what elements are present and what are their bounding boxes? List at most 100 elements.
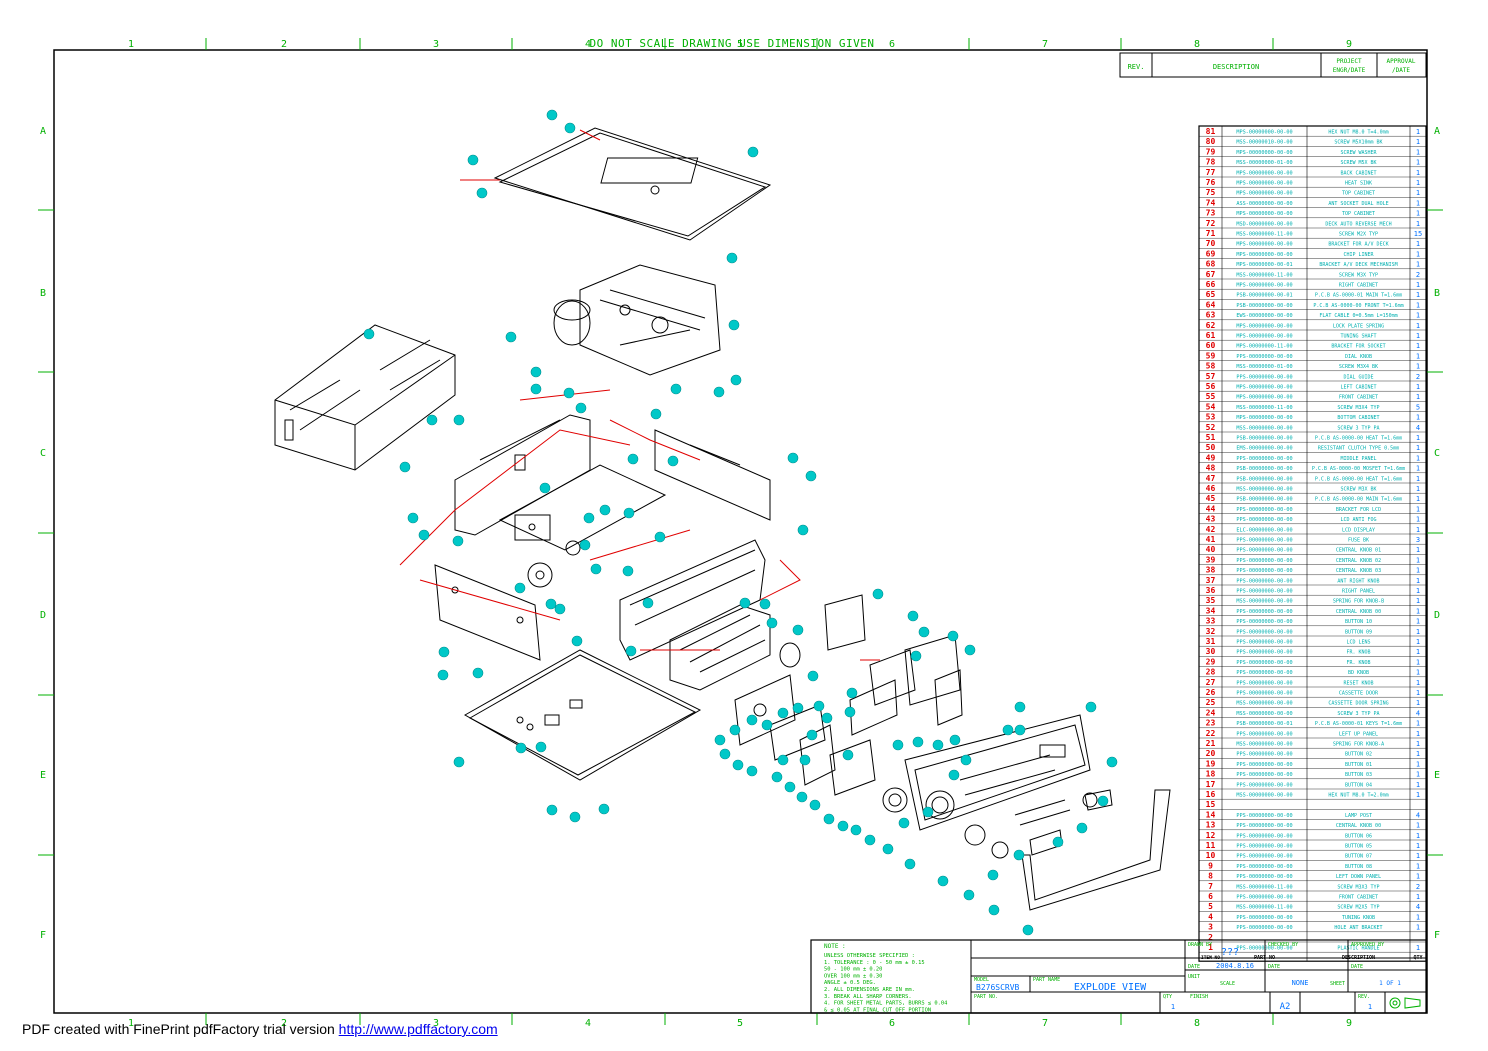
bom-item-no: 8 — [1208, 872, 1213, 881]
bom-part-no: MSS-00000000-01-00 — [1236, 160, 1292, 166]
bom-description: TOP CABINET — [1342, 191, 1375, 197]
bom-item-no: 76 — [1206, 178, 1216, 187]
bom-row: 24 MSS-00000000-00-00 SCREW 3 TYP PA 4 — [1199, 708, 1426, 718]
bom-qty: 5 — [1416, 403, 1420, 411]
callout-balloon — [622, 565, 634, 577]
bom-description: SCREW M3X TYP — [1339, 272, 1378, 278]
bom-item-no: 9 — [1208, 861, 1213, 870]
bom-description: BUTTON 07 — [1345, 854, 1372, 860]
bom-row: 14 PPS-00000000-00-00 LAMP POST 4 — [1199, 810, 1426, 820]
bom-description: FRONT CABINET — [1339, 395, 1378, 401]
row-label: B — [1434, 288, 1440, 299]
bom-part-no: PPS-00000000-00-00 — [1236, 772, 1292, 778]
callout-balloon — [399, 461, 411, 473]
bom-description: SCREW M3X3 TYP — [1337, 884, 1379, 890]
callout-balloon — [922, 806, 934, 818]
bom-qty: 1 — [1416, 924, 1420, 932]
bom-qty: 1 — [1416, 526, 1420, 534]
bom-row: 44 PPS-00000000-00-00 BRACKET FOR LCD 1 — [1199, 504, 1426, 514]
bom-description: BRACKET FOR A/V DECK — [1328, 242, 1388, 248]
project-header: PROJECT — [1336, 58, 1362, 65]
column-label: 9 — [1346, 39, 1352, 50]
bom-row: 15 — [1199, 800, 1426, 810]
bom-row: 34 PPS-00000000-00-00 CENTRAL KNOB 00 1 — [1199, 606, 1426, 616]
bom-part-no: MSS-00000000-11-00 — [1236, 884, 1292, 890]
bom-part-no: PSB-00000000-00-00 — [1236, 436, 1292, 442]
callout-balloon — [777, 754, 789, 766]
bom-row: 42 ELC-00000000-00-00 LCD DISPLAY 1 — [1199, 525, 1426, 535]
bom-row: 32 PPS-00000000-00-00 BUTTON 09 1 — [1199, 627, 1426, 637]
bom-item-no: 43 — [1206, 515, 1216, 524]
bom-row: 77 MPS-00000000-00-00 BACK CABINET 1 — [1199, 168, 1426, 178]
bom-part-no: PPS-00000000-00-00 — [1236, 680, 1292, 686]
bom-row: 58 MSS-00000000-01-00 SCREW M3X4 BK 1 — [1199, 362, 1426, 371]
bom-qty: 1 — [1416, 699, 1420, 707]
callout-balloon — [963, 889, 975, 901]
bom-qty: 1 — [1416, 862, 1420, 870]
bom-qty: 1 — [1416, 169, 1420, 177]
bom-row: 67 MSS-00000000-11-00 SCREW M3X TYP 2 — [1199, 270, 1426, 280]
bom-part-no: PPS-00000000-00-00 — [1236, 650, 1292, 656]
bom-part-no: MSS-00000010-00-00 — [1236, 140, 1292, 146]
callout-balloon — [882, 843, 894, 855]
sheet-label: SHEET — [1330, 981, 1345, 987]
bom-qty: 1 — [1416, 434, 1420, 442]
callout-balloon — [796, 791, 808, 803]
bom-qty: 1 — [1416, 210, 1420, 218]
bom-part-no: MPS-00000000-00-00 — [1236, 181, 1292, 187]
bom-description: BUTTON 10 — [1345, 619, 1372, 625]
bom-item-no: 18 — [1206, 770, 1216, 779]
bom-row: 81 MPS-00000000-00-00 HEX NUT M8.0 T=4.0mm… — [1199, 127, 1426, 137]
bom-qty: 1 — [1416, 475, 1420, 483]
bom-qty: 4 — [1416, 424, 1420, 432]
bom-item-no: 74 — [1206, 198, 1216, 207]
bom-row: 21 MSS-00000000-00-00 SPRING FOR KNOB-A 1 — [1199, 739, 1426, 749]
bom-item-no: 44 — [1206, 504, 1216, 513]
bom-part-no: PPS-00000000-00-00 — [1236, 833, 1292, 839]
bom-description: P.C.B AS-0000-00 MOSFET T=1.6mm — [1312, 466, 1405, 472]
bom-item-no: 56 — [1206, 382, 1216, 391]
bom-qty: 1 — [1416, 465, 1420, 473]
callout-balloon — [418, 529, 430, 541]
column-label: 9 — [1346, 1018, 1352, 1029]
pdf-footer: PDF created with FinePrint pdfFactory tr… — [22, 1021, 498, 1037]
callout-balloon — [719, 748, 731, 760]
bom-row: 23 PSB-00000000-00-01 P.C.B AS-0000-01 KEY… — [1199, 719, 1426, 728]
callout-balloon — [407, 512, 419, 524]
bom-row: 10 PPS-00000000-00-00 BUTTON 07 1 — [1199, 851, 1426, 861]
callout-balloon — [918, 626, 930, 638]
bom-part-no: EMS-00000000-00-00 — [1236, 446, 1292, 452]
bom-description: LEFT DOWN PANEL — [1336, 874, 1381, 880]
bom-item-no: 38 — [1206, 566, 1216, 575]
bom-row: 46 MSS-00000000-00-00 SCREW M3X BK 1 — [1199, 484, 1426, 494]
bom-part-no: PSB-00000000-00-00 — [1236, 497, 1292, 503]
bom-qty: 1 — [1416, 842, 1420, 850]
footer-link[interactable]: http://www.pdffactory.com — [339, 1021, 498, 1037]
callout-balloon — [575, 402, 587, 414]
column-label: 7 — [1042, 39, 1048, 50]
callout-balloon — [546, 109, 558, 121]
unit-label: UNIT — [1188, 974, 1200, 980]
callout-balloon — [530, 383, 542, 395]
callout-balloon — [872, 588, 884, 600]
bom-row: 47 PSB-00000000-00-00 P.C.B AS-0000-00 HEA… — [1199, 474, 1426, 484]
bom-item-no: 33 — [1206, 617, 1216, 626]
column-label: 1 — [128, 39, 134, 50]
bom-part-no: MSS-00000000-00-00 — [1236, 701, 1292, 707]
bom-qty: 1 — [1416, 750, 1420, 758]
bom-part-no: PPS-00000000-00-00 — [1236, 670, 1292, 676]
callout-balloon — [729, 724, 741, 736]
callout-balloon — [1085, 701, 1097, 713]
callout-balloon — [837, 820, 849, 832]
approval-header: APPROVAL — [1387, 58, 1416, 65]
revision-block: REV. DESCRIPTION PROJECT ENGR/DATE APPRO… — [1119, 52, 1427, 78]
bom-part-no: PPS-00000000-00-00 — [1236, 609, 1292, 615]
bom-row: 19 PPS-00000000-00-00 BUTTON 01 1 — [1199, 759, 1426, 769]
column-label: 3 — [433, 39, 439, 50]
bom-qty: 1 — [1416, 128, 1420, 136]
bom-qty: 1 — [1416, 444, 1420, 452]
callout-balloon — [467, 154, 479, 166]
bom-row: 28 PPS-00000000-00-00 BD KNOB 1 — [1199, 668, 1426, 677]
bom-qty: 1 — [1416, 781, 1420, 789]
callout-balloon — [563, 387, 575, 399]
